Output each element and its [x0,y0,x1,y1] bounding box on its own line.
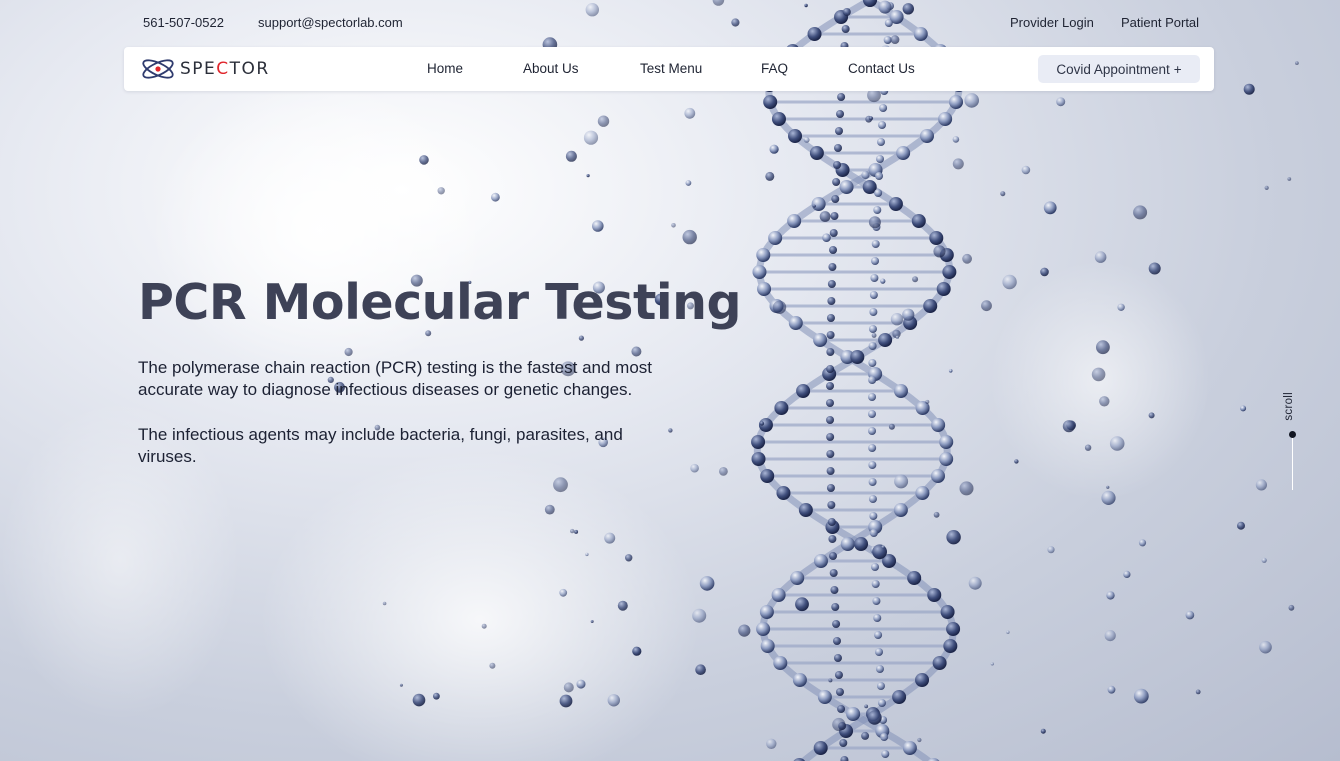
hero-section: PCR Molecular Testing The polymerase cha… [138,274,758,468]
nav-contact-us[interactable]: Contact Us [848,61,915,76]
nav-about-us[interactable]: About Us [523,61,579,76]
scroll-track-line [1292,438,1293,490]
phone-link[interactable]: 561-507-0522 [143,15,224,30]
nav-faq[interactable]: FAQ [761,61,788,76]
logo-wordmark: SPECTOR [180,59,270,79]
nav-home[interactable]: Home [427,61,463,76]
scroll-indicator[interactable]: scroll [1280,390,1306,495]
main-navigation: SPECTOR Home About Us Test Menu FAQ Cont… [124,47,1214,91]
atom-logo-icon [142,59,174,79]
hero-title: PCR Molecular Testing [138,274,742,331]
scroll-label: scroll [1283,392,1295,421]
hero-paragraph-1: The polymerase chain reaction (PCR) test… [138,358,653,399]
plus-icon: + [1173,61,1182,77]
top-contact-bar: 561-507-0522 support@spectorlab.com Prov… [0,0,1340,46]
email-link[interactable]: support@spectorlab.com [258,15,403,30]
provider-login-link[interactable]: Provider Login [1010,15,1094,30]
scroll-dot-icon [1289,431,1296,438]
spector-logo[interactable]: SPECTOR [140,53,270,85]
covid-appointment-button[interactable]: Covid Appointment + [1038,55,1200,83]
nav-test-menu[interactable]: Test Menu [640,61,702,76]
patient-portal-link[interactable]: Patient Portal [1121,15,1199,30]
covid-appointment-label: Covid Appointment [1056,61,1170,77]
hero-paragraph-2: The infectious agents may include bacter… [138,425,623,466]
